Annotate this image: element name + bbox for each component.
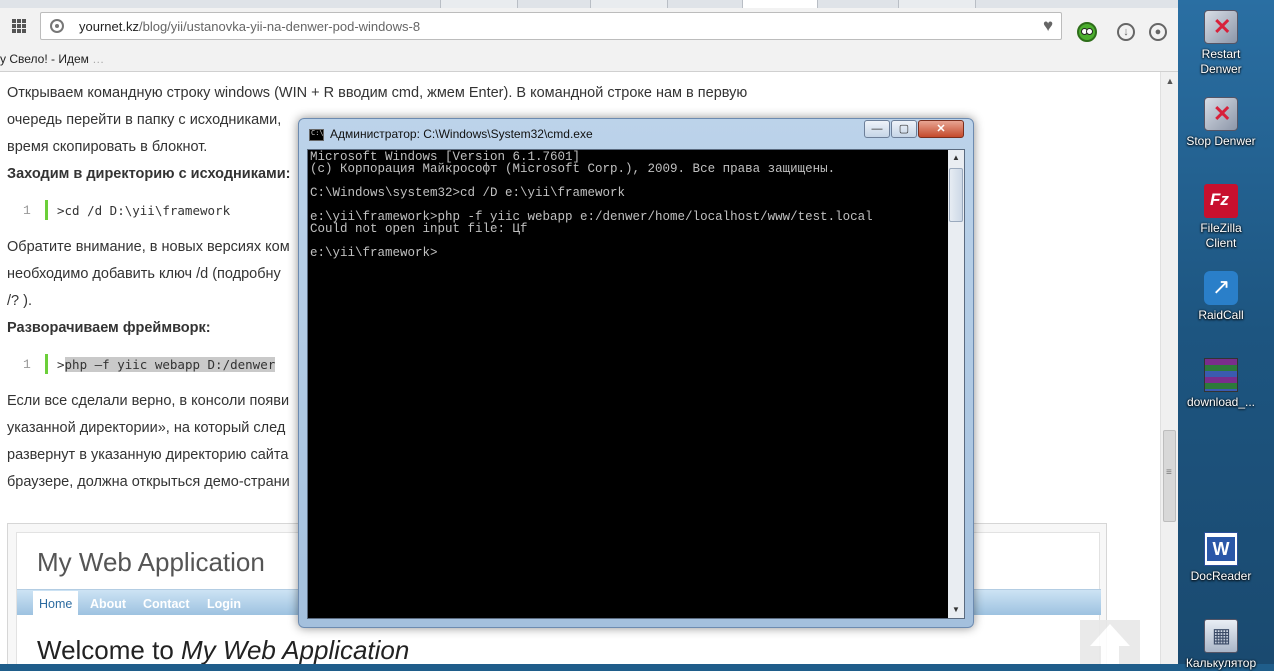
address-bar[interactable]: yournet.kz/blog/yii/ustanovka-yii-na-den… <box>40 12 1062 40</box>
maximize-button[interactable]: ▢ <box>891 120 917 138</box>
bookmark-item[interactable]: у Свело! - Идем … <box>0 52 104 66</box>
paragraph-line: /? ). <box>7 293 32 309</box>
cmd-titlebar[interactable]: Администратор: C:\Windows\System32\cmd.e… <box>299 119 973 149</box>
minimize-button[interactable]: — <box>864 120 890 138</box>
desktop-icon-filezilla[interactable]: FileZilla Client <box>1180 184 1262 251</box>
bookmark-ellipsis: … <box>88 52 105 66</box>
paragraph-line: развернут в указанную директорию сайта <box>7 447 289 463</box>
code-prefix: > <box>57 357 65 372</box>
bookmark-label: у Свело! - Идем <box>0 52 89 66</box>
demo-menu-login: Login <box>207 597 242 611</box>
winrar-icon <box>1204 358 1238 392</box>
paragraph-line: Обратите внимание, в новых версиях ком <box>7 239 290 255</box>
section-heading: Заходим в директорию с исходниками: <box>7 166 291 182</box>
page-scrollbar[interactable]: ▲ <box>1160 72 1178 664</box>
paragraph-line: необходимо добавить ключ /d (подробну <box>7 266 281 282</box>
scroll-down-arrow-icon[interactable]: ▼ <box>948 602 964 618</box>
browser-toolbar: yournet.kz/blog/yii/ustanovka-yii-na-den… <box>0 8 1178 46</box>
code-line[interactable]: >cd /d D:\yii\framework <box>57 203 230 218</box>
desktop-icon-label: DocReader <box>1190 569 1252 583</box>
docreader-icon <box>1204 532 1238 566</box>
cmd-icon[interactable] <box>309 129 324 141</box>
desktop-icon-restart-denwer[interactable]: Restart Denwer <box>1180 10 1262 77</box>
cmd-window[interactable]: Администратор: C:\Windows\System32\cmd.e… <box>298 118 974 628</box>
paragraph-line: браузере, должна открыться демо-страни <box>7 474 290 490</box>
browser-tab[interactable] <box>440 0 518 8</box>
url-path: /blog/yii/ustanovka-yii-na-denwer-pod-wi… <box>138 19 421 34</box>
desktop-icon-label: FileZilla Client <box>1200 221 1242 250</box>
calculator-icon <box>1204 619 1238 653</box>
paragraph-line: очередь перейти в папку с исходниками, <box>7 112 282 128</box>
code-bar <box>45 354 48 374</box>
demo-welcome-heading: Welcome to My Web Application <box>37 635 409 664</box>
demo-menu-contact: Contact <box>143 597 190 611</box>
scroll-up-arrow-icon[interactable]: ▲ <box>948 150 964 166</box>
close-button[interactable]: ✕ <box>918 120 964 138</box>
raidcall-icon <box>1204 271 1238 305</box>
code-bar <box>45 200 48 220</box>
desktop-icon-stop-denwer[interactable]: Stop Denwer <box>1180 97 1262 149</box>
frog-extension-icon[interactable] <box>1077 22 1097 42</box>
demo-menu-home: Home <box>33 591 79 616</box>
apps-grid-icon[interactable] <box>12 19 26 33</box>
desktop-icon-label: download_... <box>1186 395 1256 409</box>
scroll-up-arrow-icon[interactable]: ▲ <box>1161 76 1178 90</box>
paragraph-line: указанной директории», на который след <box>7 420 286 436</box>
demo-welcome-app: My Web Application <box>181 635 410 664</box>
demo-menu-about: About <box>90 597 127 611</box>
site-info-icon[interactable] <box>50 19 64 33</box>
desktop-icon-docreader[interactable]: DocReader <box>1180 532 1262 584</box>
desktop-icon-raidcall[interactable]: RaidCall <box>1180 271 1262 323</box>
desktop-icon-download[interactable]: download_... <box>1180 358 1262 410</box>
console-scrollbar[interactable]: ▲ ▼ <box>948 150 964 618</box>
url-host: yournet.kz <box>79 19 139 34</box>
denver-stop-icon <box>1204 97 1238 131</box>
console-scroll-thumb[interactable] <box>949 168 963 222</box>
desktop-icon-label: Stop Denwer <box>1186 134 1256 148</box>
paragraph-line: Открываем командную строку windows (WIN … <box>7 85 748 101</box>
browser-tab[interactable] <box>590 0 668 8</box>
tab-strip <box>0 0 1178 8</box>
paragraph-line: время скопировать в блокнот. <box>7 139 208 155</box>
code-line-number: 1 <box>23 357 31 372</box>
browser-tab-active[interactable] <box>742 0 818 8</box>
download-icon[interactable]: ↓ <box>1117 23 1135 41</box>
paragraph-line: Если все сделали верно, в консоли появи <box>7 393 290 409</box>
console-output: Microsoft Windows [Version 6.1.7601] (c)… <box>310 150 873 260</box>
code-selected-text: php –f yiic webapp D:/denwer <box>64 357 276 372</box>
code-line[interactable]: >php –f yiic webapp D:/denwer <box>57 357 276 372</box>
browser-tab[interactable] <box>898 0 976 8</box>
url-text[interactable]: yournet.kz/blog/yii/ustanovka-yii-na-den… <box>79 19 420 34</box>
page-scroll-thumb[interactable] <box>1163 430 1176 522</box>
desktop-icon-label: Restart Denwer <box>1200 47 1242 76</box>
desktop-icon-label: RaidCall <box>1198 308 1244 322</box>
profile-icon[interactable]: ● <box>1149 23 1167 41</box>
cmd-title: Администратор: C:\Windows\System32\cmd.e… <box>330 127 593 141</box>
demo-title: My Web Application <box>37 547 265 577</box>
filezilla-icon <box>1204 184 1238 218</box>
console-area[interactable]: Microsoft Windows [Version 6.1.7601] (c)… <box>307 149 965 619</box>
desktop-icon-calculator[interactable]: Калькулятор <box>1180 619 1262 671</box>
heart-icon[interactable]: ♥ <box>1037 15 1059 37</box>
section-heading: Разворачиваем фреймворк: <box>7 320 211 336</box>
scroll-to-top-button[interactable] <box>1080 620 1140 664</box>
code-line-number: 1 <box>23 203 31 218</box>
bookmarks-bar: у Свело! - Идем … <box>0 46 1178 72</box>
denver-restart-icon <box>1204 10 1238 44</box>
desktop: yournet.kz/blog/yii/ustanovka-yii-na-den… <box>0 0 1274 670</box>
demo-welcome-prefix: Welcome to <box>37 635 182 664</box>
